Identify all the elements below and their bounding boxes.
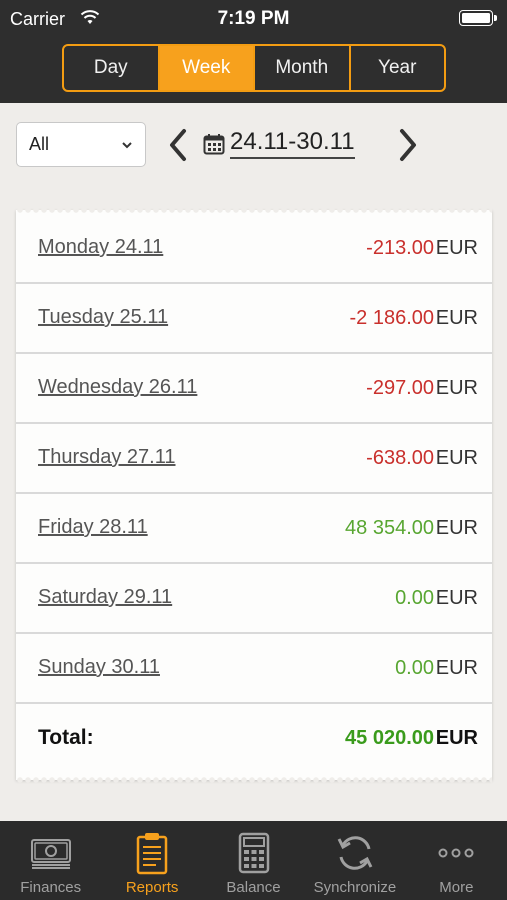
tab-finances[interactable]: Finances: [0, 821, 101, 900]
table-row[interactable]: Wednesday 26.11 -297.00 EUR: [16, 354, 492, 424]
day-amount: -638.00: [366, 447, 434, 469]
clock: 7:19 PM: [217, 8, 290, 29]
total-amount: 45 020.00: [345, 727, 434, 749]
tab-reports[interactable]: Reports: [101, 821, 202, 900]
status-bar: Carrier 7:19 PM: [0, 0, 507, 38]
tab-week[interactable]: Week: [159, 46, 255, 90]
period-segmented-control: Day Week Month Year: [62, 44, 446, 92]
battery-icon: [459, 10, 497, 26]
category-filter-select[interactable]: All: [16, 122, 146, 167]
table-row[interactable]: Friday 28.11 48 354.00 EUR: [16, 494, 492, 564]
header: Carrier 7:19 PM Day Week Month Year: [0, 0, 507, 103]
day-amount: -2 186.00: [349, 307, 434, 329]
day-link[interactable]: Friday 28.11: [38, 516, 148, 539]
currency-label: EUR: [435, 307, 478, 329]
next-week-button[interactable]: [396, 127, 420, 163]
tab-month[interactable]: Month: [255, 46, 351, 90]
tab-label: Finances: [20, 879, 82, 896]
tab-label: Reports: [125, 879, 179, 896]
more-icon: [438, 848, 474, 858]
day-link[interactable]: Monday 24.11: [38, 236, 163, 259]
day-amount: 48 354.00: [345, 517, 434, 539]
total-row: Total: 45 020.00 EUR: [16, 704, 492, 774]
tab-label: Balance: [226, 879, 281, 896]
table-row[interactable]: Thursday 27.11 -638.00 EUR: [16, 424, 492, 494]
day-link[interactable]: Thursday 27.11: [38, 446, 176, 469]
date-range-link[interactable]: 24.11-30.11: [230, 128, 355, 159]
currency-label: EUR: [435, 657, 478, 679]
currency-label: EUR: [435, 237, 478, 259]
currency-label: EUR: [435, 377, 478, 399]
calculator-icon: [238, 832, 269, 874]
total-label: Total:: [38, 726, 94, 749]
filter-value: All: [29, 134, 50, 154]
table-row[interactable]: Saturday 29.11 0.00 EUR: [16, 564, 492, 634]
day-link[interactable]: Tuesday 25.11: [38, 306, 168, 329]
day-amount: -297.00: [366, 377, 434, 399]
tab-bar: Finances Reports Balance Synchronize Mor…: [0, 821, 507, 900]
day-link[interactable]: Sunday 30.11: [38, 656, 160, 679]
day-amount: 0.00: [395, 657, 434, 679]
tab-label: Synchronize: [313, 879, 397, 896]
previous-week-button[interactable]: [166, 127, 190, 163]
currency-label: EUR: [435, 727, 478, 749]
table-row[interactable]: Sunday 30.11 0.00 EUR: [16, 634, 492, 704]
chevron-down-icon: [122, 142, 132, 149]
money-icon: [30, 839, 71, 869]
tab-day[interactable]: Day: [64, 46, 160, 90]
day-amount: 0.00: [395, 587, 434, 609]
tab-more[interactable]: More: [406, 821, 507, 900]
tab-balance[interactable]: Balance: [203, 821, 304, 900]
table-row[interactable]: Monday 24.11 -213.00 EUR: [16, 214, 492, 284]
day-link[interactable]: Saturday 29.11: [38, 586, 172, 609]
day-amount: -213.00: [366, 237, 434, 259]
tab-label: More: [439, 879, 474, 896]
table-row[interactable]: Tuesday 25.11 -2 186.00 EUR: [16, 284, 492, 354]
day-link[interactable]: Wednesday 26.11: [38, 376, 197, 399]
clipboard-icon: [136, 833, 168, 875]
currency-label: EUR: [435, 587, 478, 609]
currency-label: EUR: [435, 517, 478, 539]
weekly-report-card: Monday 24.11 -213.00 EUR Tuesday 25.11 -…: [16, 207, 492, 783]
currency-label: EUR: [435, 447, 478, 469]
tab-year[interactable]: Year: [351, 46, 445, 90]
sync-icon: [337, 836, 373, 870]
tab-synchronize[interactable]: Synchronize: [304, 821, 405, 900]
calendar-icon[interactable]: [203, 133, 225, 155]
